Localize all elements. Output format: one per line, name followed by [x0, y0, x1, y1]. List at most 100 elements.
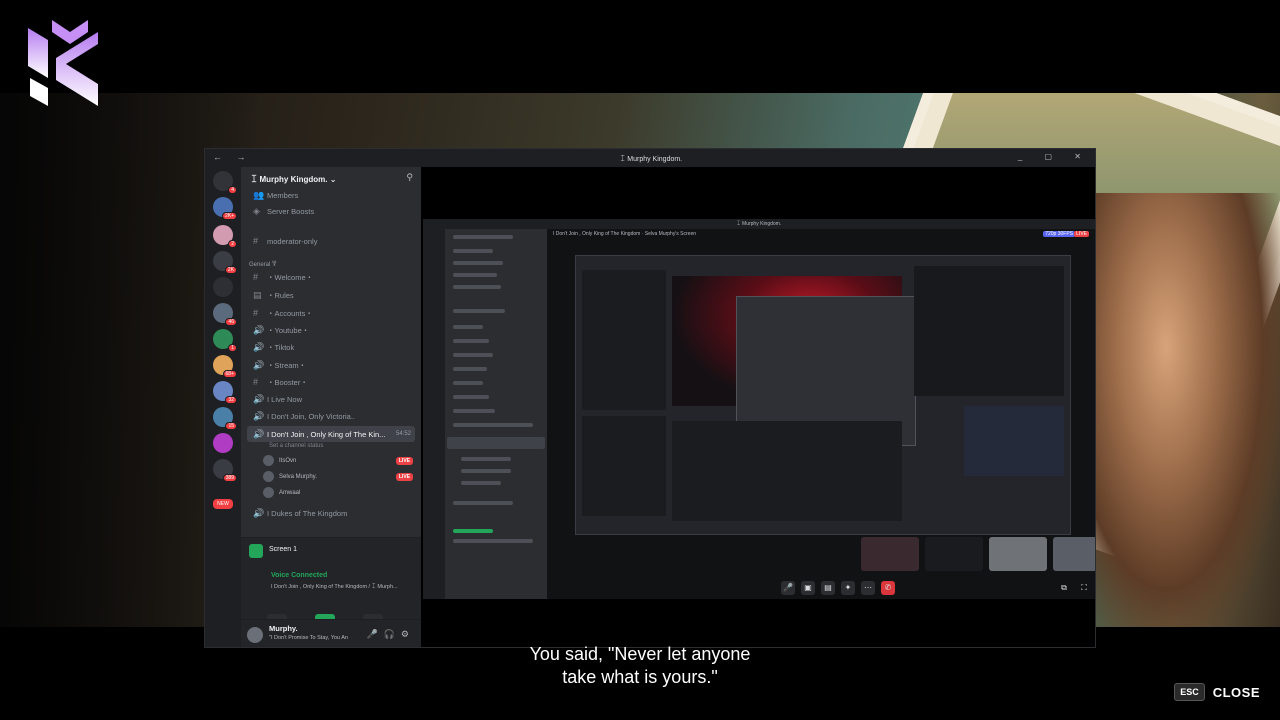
- members-icon: 👥: [253, 189, 265, 200]
- unread-badge: 2: [228, 240, 237, 248]
- close-label: CLOSE: [1212, 684, 1260, 700]
- server-icon[interactable]: 2K: [213, 251, 237, 274]
- fullscreen-button[interactable]: ⛶: [1077, 581, 1091, 595]
- mic-headset-settings-icons[interactable]: 🎤🎧⚙: [367, 629, 415, 640]
- channel-tiktok[interactable]: 🔊 ・Tiktok: [247, 339, 415, 355]
- voice-timer: 54:52: [395, 431, 411, 437]
- disconnect-button[interactable]: ✆: [881, 581, 895, 595]
- speaker-icon: 🔊: [253, 507, 265, 518]
- server-icon[interactable]: [213, 277, 233, 297]
- boost-icon: ◈: [253, 205, 260, 216]
- channel-youtube[interactable]: 🔊 ・Youtube・: [247, 322, 415, 338]
- server-icon[interactable]: 1: [213, 329, 237, 352]
- channel-booster[interactable]: # ・Booster・: [247, 374, 415, 390]
- unread-badge: 389: [222, 474, 237, 482]
- obs-audio-mixer: [672, 421, 902, 521]
- voice-user-name: Selva Murphy.: [279, 473, 317, 480]
- unread-badge: 2K+: [221, 212, 237, 220]
- rules-icon: ▤: [253, 289, 262, 300]
- popout-button[interactable]: ⧉: [1057, 581, 1071, 595]
- nested-screen-name: Selva Murphy's Screen: [644, 231, 697, 237]
- channel-moderator-only[interactable]: # moderator-only: [247, 233, 415, 249]
- screen-share-icon: [249, 544, 263, 558]
- channel-status[interactable]: Set a channel status: [269, 443, 323, 449]
- server-icon[interactable]: 2: [213, 225, 237, 248]
- category-general[interactable]: General ꐗ: [249, 261, 277, 268]
- channel-stream[interactable]: 🔊 ・Stream・: [247, 357, 415, 373]
- voice-user-row[interactable]: Amwaal: [263, 485, 413, 500]
- hashtag-icon: #: [253, 272, 259, 282]
- participant-tile[interactable]: [989, 537, 1047, 571]
- nested-server-rail: [423, 229, 445, 599]
- window-controls[interactable]: _ ▢ ✕: [1018, 152, 1091, 161]
- channel-sidebar: ꀤ Murphy Kingdom. ⌄ ⚲ 👥 Members ◈ Server B…: [241, 167, 421, 647]
- video-subtitle: You said, "Never let anyone take what is…: [0, 643, 1280, 689]
- activities-button[interactable]: ✦: [841, 581, 855, 595]
- unread-badge: 46: [225, 318, 237, 326]
- more-button[interactable]: ⋯: [861, 581, 875, 595]
- participant-tile[interactable]: [925, 537, 983, 571]
- channel-accounts[interactable]: # ・Accounts・: [247, 305, 415, 321]
- discord-window: ← → ꀤ Murphy Kingdom. _ ▢ ✕ 4 2K+ 2 2K 4…: [204, 148, 1096, 648]
- channel-live-now[interactable]: 🔊 I Live Now: [247, 391, 415, 407]
- obs-scenes: [582, 416, 666, 516]
- username: Murphy.: [269, 624, 298, 633]
- channel-label: ・Rules: [267, 290, 294, 300]
- channel-welcome[interactable]: # ・Welcome・: [247, 269, 415, 285]
- character-figure-decor: [1090, 193, 1280, 627]
- avatar: [263, 455, 274, 466]
- participant-tile[interactable]: [861, 537, 919, 571]
- hashtag-icon: #: [253, 308, 259, 318]
- nested-stream-header: I Don't Join , Only King of The Kingdom …: [553, 231, 697, 237]
- screen-label: Screen 1: [269, 546, 298, 553]
- unread-badge: 4: [228, 186, 237, 194]
- stream-viewer: ꀤ Murphy Kingdom. I Don't Join , Only Ki…: [421, 167, 1095, 647]
- nested-channel-sidebar: [445, 229, 547, 599]
- server-icon[interactable]: 389: [213, 459, 237, 482]
- camera-button[interactable]: ▣: [801, 581, 815, 595]
- server-header[interactable]: ꀤ Murphy Kingdom. ⌄ ⚲: [241, 167, 421, 189]
- esc-key-hint: ESC: [1174, 683, 1205, 701]
- speaker-icon: 🔊: [253, 324, 265, 335]
- live-badge: LIVE: [395, 456, 413, 465]
- voice-user-row[interactable]: ItsOvn LIVE: [263, 453, 413, 468]
- sidebar-item-members[interactable]: 👥 Members: [247, 187, 415, 203]
- sidebar-item-server-boosts[interactable]: ◈ Server Boosts: [247, 203, 415, 219]
- unread-badge: 1: [228, 344, 237, 352]
- channel-label: I Don't Join, Only Victoria..: [267, 411, 355, 421]
- server-icon[interactable]: 46: [213, 303, 237, 326]
- channel-dukes[interactable]: 🔊 I Dukes of The Kingdom: [247, 505, 415, 521]
- channel-label: ・Accounts・: [267, 308, 313, 318]
- voice-status[interactable]: Voice Connected: [271, 572, 327, 579]
- obs-studio-window: [575, 255, 1071, 535]
- voice-detail[interactable]: I Don't Join , Only King of The Kingdom …: [271, 583, 411, 590]
- avatar: [263, 471, 274, 482]
- channel-active-voice[interactable]: 🔊 I Don't Join , Only King of The Kin...…: [247, 426, 415, 442]
- brand-logo-icon: [28, 20, 98, 106]
- channel-rules[interactable]: ▤ ・Rules: [247, 287, 415, 303]
- channel-label: ・Booster・: [267, 377, 308, 387]
- speaker-icon: 🔊: [253, 359, 265, 370]
- server-icon[interactable]: [213, 433, 233, 453]
- server-icon[interactable]: 15: [213, 407, 237, 430]
- invite-people-icon[interactable]: ⚲: [406, 172, 413, 183]
- server-rail: 4 2K+ 2 2K 46 1 68+ 32 15 389 NEW: [205, 167, 241, 647]
- window-titlebar: ← → ꀤ Murphy Kingdom. _ ▢ ✕: [205, 149, 1095, 167]
- sidebar-item-label: Server Boosts: [267, 206, 315, 216]
- discord-home-icon[interactable]: 4: [213, 171, 237, 194]
- avatar[interactable]: [247, 627, 263, 643]
- close-button[interactable]: ESC CLOSE: [1174, 683, 1260, 701]
- voice-user-row[interactable]: Selva Murphy. LIVE: [263, 469, 413, 484]
- speaker-icon: 🔊: [253, 341, 265, 352]
- server-icon[interactable]: 2K+: [213, 197, 237, 220]
- channel-label: ・Stream・: [267, 360, 307, 370]
- subtitle-line: take what is yours.": [562, 667, 718, 687]
- server-icon[interactable]: 32: [213, 381, 237, 404]
- server-icon[interactable]: 68+: [213, 355, 237, 378]
- screen-share-button[interactable]: ▤: [821, 581, 835, 595]
- channel-only-victoria[interactable]: 🔊 I Don't Join, Only Victoria..: [247, 408, 415, 424]
- participant-tile[interactable]: [1053, 537, 1095, 571]
- mic-button[interactable]: 🎤: [781, 581, 795, 595]
- channel-label: I Don't Join , Only King of The Kin...: [267, 429, 386, 439]
- unread-badge: 2K: [224, 266, 237, 274]
